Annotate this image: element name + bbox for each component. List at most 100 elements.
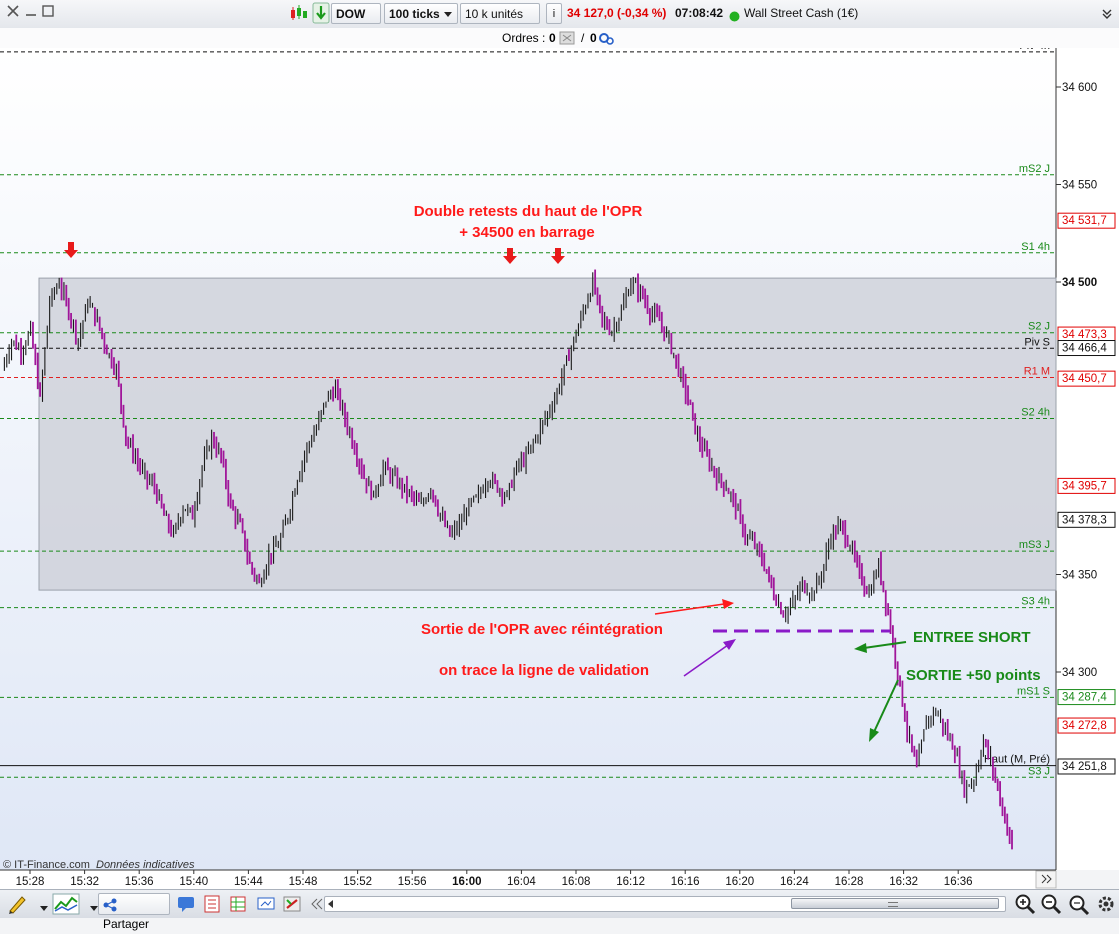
chevron-down-icon[interactable] [86,900,98,918]
level-label: Haut (M, Pré) [984,754,1050,766]
price-tag-label: 34 287,4 [1062,692,1107,704]
alert-icon[interactable] [283,895,301,913]
x-tick-label: 15:32 [70,876,99,888]
source-provider: © IT-Finance.com [3,859,90,871]
share-icon [103,898,117,912]
info-button[interactable]: i [546,3,562,24]
x-tick-label: 16:00 [452,876,481,888]
price-tag-label: 34 531,7 [1062,215,1107,227]
price-change: 34 127,0 (-0,34 %) [567,6,667,20]
price-tag-label: 34 450,7 [1062,373,1107,385]
level-label: mS2 J [1019,163,1050,175]
orders-count-active: 0 [590,31,597,45]
level-label: S2 J [1028,321,1050,333]
candlestick-chart-icon[interactable] [289,4,309,25]
x-tick-label: 16:28 [835,876,864,888]
level-label: S2 4h [1021,407,1050,419]
x-tick-label: 16:24 [780,876,809,888]
x-tick-label: 15:44 [234,876,263,888]
scrollbar-thumb[interactable] [791,898,999,909]
level-label: R1 M [1024,366,1050,378]
x-tick-label: 16:20 [725,876,754,888]
x-tick-label: 16:16 [671,876,700,888]
x-tick-label: 15:52 [343,876,372,888]
y-tick-label: 34 600 [1062,82,1097,94]
settings-gear-icon[interactable] [1096,894,1116,914]
level-label: mS3 J [1019,539,1050,551]
y-tick-label: 34 500 [1062,277,1097,289]
annotation-validation-line: on trace la ligne de validation [439,662,649,679]
size-select[interactable]: 10 k unités [460,3,540,39]
x-tick-label: 16:32 [889,876,918,888]
opr-box [38,277,1057,591]
price-tag-label: 34 272,8 [1062,720,1107,732]
level-label: mS1 S [1017,685,1050,697]
orders-list-icon[interactable] [203,895,221,913]
top-toolbar: DOW 100 ticks 10 k unités i 34 127,0 (-0… [0,0,1119,39]
info-icon: i [552,8,556,20]
price-tag-label: 34 378,3 [1062,514,1107,526]
x-tick-label: 15:28 [16,876,45,888]
source-note: Données indicatives [96,859,195,871]
share-button[interactable]: Partager [98,893,170,931]
scroll-left-arrow-icon[interactable] [328,900,333,908]
x-tick-label: 15:40 [179,876,208,888]
orders-separator: / [581,31,585,45]
clock-time: 07:08:42 [675,6,724,20]
draw-pencil-icon[interactable] [6,893,26,914]
x-tick-label: 16:04 [507,876,536,888]
price-tag-label: 34 251,8 [1062,761,1107,773]
x-tick-label: 16:08 [562,876,591,888]
price-tag-label: 34 466,4 [1062,343,1107,355]
size-label: 10 k unités [465,7,524,21]
zoom-out-icon[interactable] [1040,893,1062,915]
annotation-barrage: + 34500 en barrage [459,224,595,241]
level-label: S3 J [1028,765,1050,777]
orders-bar: Ordres : 0 / 0 [0,28,1119,49]
instrument-name: Wall Street Cash (1€) [744,6,859,20]
price-chart[interactable]: Piv 4h mS2 J S1 4h S2 J Piv S R1 M S2 4h mS3 J S… [0,48,1119,889]
annotation-exit-opr: Sortie de l'OPR avec réintégration [421,621,663,638]
y-tick-label: 34 350 [1062,570,1097,582]
share-label: Partager [103,917,150,931]
annotation-double-retests: Double retests du haut de l'OPR [414,203,643,220]
level-label: Piv S [1024,336,1050,348]
level-label: S1 4h [1021,241,1050,253]
symbol-select[interactable]: DOW [331,3,381,39]
price-tag-label: 34 473,3 [1062,329,1107,341]
level-label: Piv 4h [1019,48,1050,52]
symbol-label: DOW [336,7,366,21]
x-tick-label: 15:36 [125,876,154,888]
x-tick-label: 16:36 [944,876,973,888]
scrollbar-grip-icon [888,902,898,907]
zoom-reset-icon[interactable] [1068,894,1090,916]
chevron-down-icon[interactable] [36,900,48,918]
interval-select[interactable]: 100 ticks [384,3,458,24]
horizontal-scrollbar[interactable] [324,896,1006,912]
x-tick-label: 16:12 [616,876,645,888]
maximize-icon[interactable] [41,4,55,25]
arrow-chart-icon[interactable] [312,2,330,24]
y-tick-label: 34 300 [1062,667,1097,679]
x-tick-label: 15:48 [289,876,318,888]
level-label: S3 4h [1021,596,1050,608]
orders-count-pending: 0 [549,31,556,45]
scroll-left-icon[interactable] [309,897,323,915]
price-tag-label: 34 395,7 [1062,480,1107,492]
indicator-chart-icon[interactable] [52,893,80,915]
minimize-icon[interactable] [24,4,38,25]
zoom-in-icon[interactable] [1014,893,1036,915]
close-icon[interactable] [6,4,20,25]
x-tick-label: 15:56 [398,876,427,888]
annotation-entry-short: ENTREE SHORT [913,629,1031,646]
status-dot-icon [729,8,740,29]
y-axis-panel [1056,48,1119,870]
positions-icon[interactable] [229,895,247,913]
interval-label: 100 ticks [389,7,440,21]
chat-icon[interactable] [177,895,195,913]
annotation-exit-profit: SORTIE +50 points [906,667,1041,684]
orders-label: Ordres : [502,31,546,45]
toolbar-scroll-down-icon[interactable] [1101,6,1113,27]
y-tick-label: 34 550 [1062,180,1097,192]
screen-icon[interactable] [257,895,275,913]
